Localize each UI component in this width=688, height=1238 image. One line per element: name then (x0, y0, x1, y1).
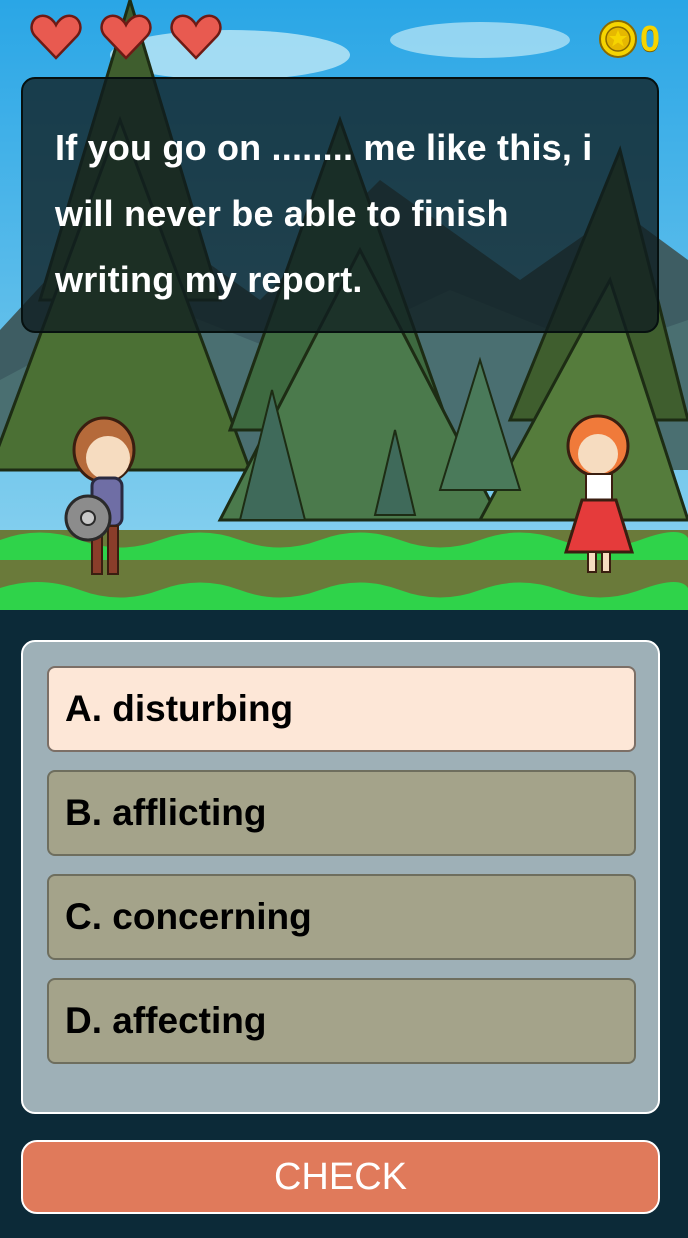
coin-icon (598, 20, 637, 58)
npc-character (563, 414, 635, 573)
heart-icon (30, 14, 82, 60)
question-text: If you go on ........ me like this, i wi… (55, 127, 593, 300)
option-c[interactable]: C. concerning (47, 874, 636, 960)
coin-counter: 0 (598, 18, 660, 60)
coin-count: 0 (639, 18, 660, 59)
heart-icon (100, 14, 152, 60)
player-character (64, 416, 136, 575)
check-button[interactable]: CHECK (21, 1140, 660, 1214)
option-a[interactable]: A. disturbing (47, 666, 636, 752)
heart-icon (170, 14, 222, 60)
answer-panel: A. disturbing B. afflicting C. concernin… (21, 640, 660, 1114)
lives-hearts (30, 14, 222, 60)
option-d[interactable]: D. affecting (47, 978, 636, 1064)
question-box: If you go on ........ me like this, i wi… (21, 77, 659, 333)
option-b[interactable]: B. afflicting (47, 770, 636, 856)
